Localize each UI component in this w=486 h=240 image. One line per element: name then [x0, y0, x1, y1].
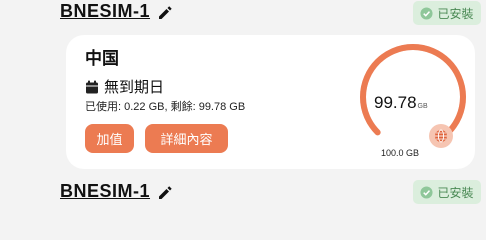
remaining-value: 99.78GB: [374, 93, 428, 113]
pencil-edit-icon[interactable]: [157, 185, 173, 201]
check-circle-icon: [420, 185, 434, 199]
sim-name-link[interactable]: BNESIM-1: [60, 1, 150, 22]
installed-badge: 已安裝: [413, 1, 481, 25]
pencil-edit-icon[interactable]: [157, 5, 173, 21]
topup-button[interactable]: 加值: [85, 124, 134, 153]
installed-badge-label: 已安裝: [437, 6, 474, 21]
check-circle-icon: [420, 6, 434, 20]
data-plan-card: 中国 無到期日 已使用: 0.22 GB, 剩餘: 99.78 GB 加值 詳細…: [66, 35, 475, 169]
globe-icon: [435, 129, 447, 143]
plan-country: 中国: [85, 49, 119, 68]
expiry-row: 無到期日: [85, 76, 164, 97]
sim-header-2: BNESIM-1 已安裝: [0, 177, 486, 207]
total-data: 100.0 GB: [381, 148, 420, 158]
installed-badge-label: 已安裝: [437, 185, 474, 200]
installed-badge: 已安裝: [413, 180, 481, 204]
sim-header-1: BNESIM-1 已安裝: [0, 0, 486, 30]
expiry-text: 無到期日: [104, 79, 165, 96]
usage-text: 已使用: 0.22 GB, 剩餘: 99.78 GB: [85, 101, 246, 113]
sim-name-link[interactable]: BNESIM-1: [60, 181, 150, 202]
globe-button[interactable]: [429, 124, 453, 148]
calendar-icon: [86, 80, 98, 93]
remaining-unit: GB: [417, 103, 428, 110]
remaining-number: 99.78: [374, 93, 417, 112]
gauge-arc: [360, 44, 466, 136]
details-button[interactable]: 詳細內容: [145, 124, 228, 153]
